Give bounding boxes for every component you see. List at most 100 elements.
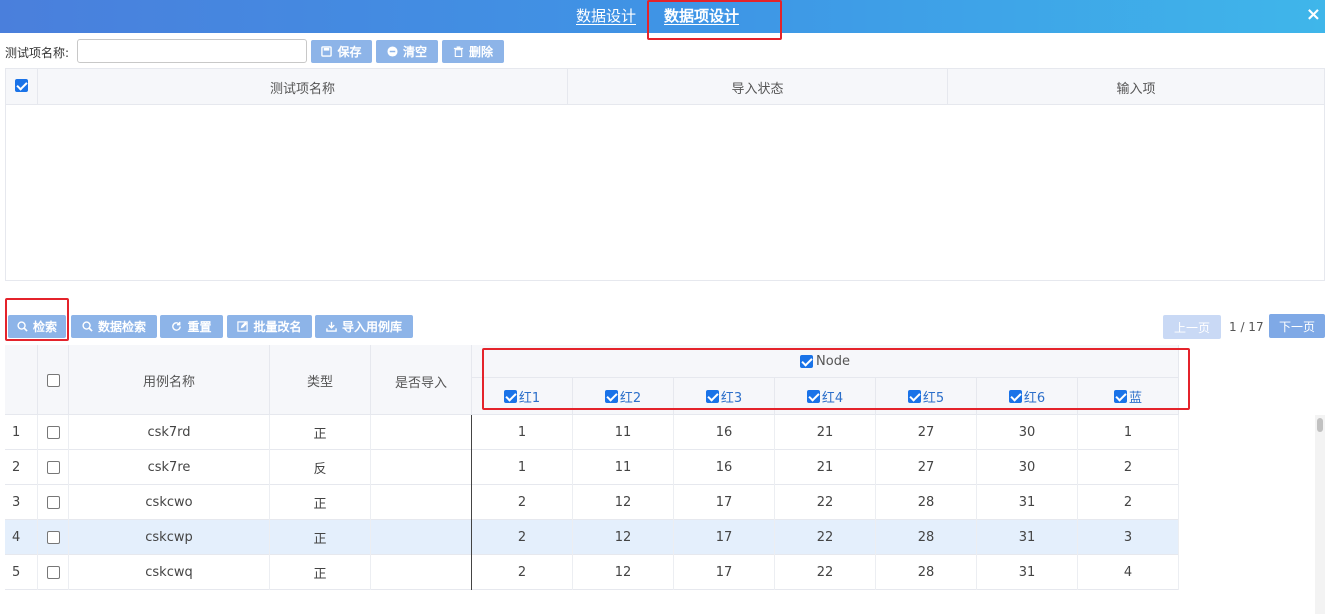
value-cell: 2 bbox=[472, 520, 573, 555]
value-cell: 22 bbox=[775, 520, 876, 555]
sub-col-checkbox[interactable] bbox=[705, 390, 719, 403]
row-checkbox[interactable] bbox=[46, 531, 60, 544]
value-cell: 11 bbox=[573, 415, 674, 450]
grid-select-all-checkbox[interactable] bbox=[46, 373, 60, 387]
next-page-button[interactable]: 下一页 bbox=[1269, 314, 1325, 338]
sub-col-label: 红2 bbox=[619, 391, 642, 406]
save-icon bbox=[321, 46, 333, 57]
value-cell: 12 bbox=[573, 485, 674, 520]
download-icon bbox=[326, 321, 337, 332]
tab-data-design[interactable]: 数据设计 bbox=[576, 5, 636, 26]
table-row[interactable]: 5 cskcwq 正 2 12 17 22 28 31 4 bbox=[5, 555, 1179, 590]
col-input-item[interactable]: 输入项 bbox=[948, 69, 1324, 105]
table-row[interactable]: 4 cskcwp 正 2 12 17 22 28 31 3 bbox=[5, 520, 1179, 555]
col-type[interactable]: 类型 bbox=[270, 345, 371, 415]
imported-cell bbox=[371, 555, 472, 590]
col-test-item-name[interactable]: 测试项名称 bbox=[38, 69, 568, 105]
table-row[interactable]: 1 csk7rd 正 1 11 16 21 27 30 1 bbox=[5, 415, 1179, 450]
value-cell: 2 bbox=[472, 555, 573, 590]
prev-page-button[interactable]: 上一页 bbox=[1163, 315, 1221, 339]
imported-cell bbox=[371, 415, 472, 450]
grid-select-all-cell bbox=[38, 345, 69, 415]
case-name-cell: cskcwq bbox=[69, 555, 270, 590]
sub-col-4[interactable]: 红4 bbox=[775, 378, 876, 415]
row-index: 3 bbox=[5, 485, 38, 520]
row-index: 5 bbox=[5, 555, 38, 590]
value-cell: 28 bbox=[876, 485, 977, 520]
sub-col-checkbox[interactable] bbox=[907, 390, 921, 403]
data-search-button[interactable]: 数据检索 bbox=[71, 315, 157, 338]
value-cell: 31 bbox=[977, 485, 1078, 520]
row-checkbox-cell[interactable] bbox=[38, 555, 69, 590]
import-case-library-button[interactable]: 导入用例库 bbox=[315, 315, 413, 338]
save-button-label: 保存 bbox=[337, 45, 362, 59]
row-checkbox-cell[interactable] bbox=[38, 520, 69, 555]
row-checkbox[interactable] bbox=[46, 461, 60, 474]
value-cell: 1 bbox=[472, 415, 573, 450]
clear-button-label: 清空 bbox=[402, 45, 427, 59]
sub-col-3[interactable]: 红3 bbox=[674, 378, 775, 415]
col-imported[interactable]: 是否导入 bbox=[371, 345, 472, 415]
sub-col-6[interactable]: 红6 bbox=[977, 378, 1078, 415]
value-cell: 1 bbox=[1078, 415, 1179, 450]
col-import-status[interactable]: 导入状态 bbox=[568, 69, 948, 105]
sub-col-label: 红5 bbox=[922, 391, 945, 406]
sub-col-checkbox[interactable] bbox=[806, 390, 820, 403]
select-all-cell bbox=[6, 69, 38, 105]
col-case-name[interactable]: 用例名称 bbox=[69, 345, 270, 415]
type-cell: 正 bbox=[270, 520, 371, 555]
imported-cell bbox=[371, 520, 472, 555]
sub-col-5[interactable]: 红5 bbox=[876, 378, 977, 415]
test-case-grid: 用例名称 类型 是否导入 Node 红1 红2 红3 红4 红5 红6 蓝 1 csk7rd 正… bbox=[5, 345, 1325, 614]
batch-rename-button[interactable]: 批量改名 bbox=[227, 315, 312, 338]
search-button-label: 检索 bbox=[32, 320, 57, 334]
scrollbar-thumb[interactable] bbox=[1317, 418, 1323, 432]
value-cell: 11 bbox=[573, 450, 674, 485]
row-checkbox-cell[interactable] bbox=[38, 450, 69, 485]
sub-col-label: 红6 bbox=[1023, 391, 1046, 406]
value-cell: 21 bbox=[775, 450, 876, 485]
value-cell: 3 bbox=[1078, 520, 1179, 555]
node-checkbox[interactable] bbox=[800, 354, 814, 368]
tab-data-item-design[interactable]: 数据项设计 bbox=[664, 5, 739, 26]
row-checkbox[interactable] bbox=[46, 496, 60, 509]
sub-col-checkbox[interactable] bbox=[604, 390, 618, 403]
value-cell: 27 bbox=[876, 415, 977, 450]
row-index: 2 bbox=[5, 450, 38, 485]
data-search-button-label: 数据检索 bbox=[97, 320, 146, 334]
sub-col-7[interactable]: 蓝 bbox=[1078, 378, 1179, 415]
reset-button[interactable]: 重置 bbox=[160, 315, 223, 338]
index-header bbox=[5, 345, 38, 415]
row-checkbox[interactable] bbox=[46, 566, 60, 579]
select-all-checkbox[interactable] bbox=[15, 79, 28, 92]
value-cell: 30 bbox=[977, 415, 1078, 450]
clear-button[interactable]: 清空 bbox=[376, 40, 438, 63]
test-item-name-input[interactable] bbox=[77, 39, 307, 63]
grid-vertical-scrollbar[interactable] bbox=[1315, 415, 1325, 614]
sub-col-label: 红4 bbox=[821, 391, 844, 406]
delete-button[interactable]: 删除 bbox=[442, 40, 504, 63]
value-cell: 27 bbox=[876, 450, 977, 485]
sub-col-checkbox[interactable] bbox=[503, 390, 517, 403]
imported-cell bbox=[371, 450, 472, 485]
sub-col-2[interactable]: 红2 bbox=[573, 378, 674, 415]
node-label: Node bbox=[816, 353, 850, 369]
import-button-label: 导入用例库 bbox=[341, 320, 402, 334]
save-button[interactable]: 保存 bbox=[311, 40, 372, 63]
row-checkbox-cell[interactable] bbox=[38, 485, 69, 520]
sub-col-checkbox[interactable] bbox=[1113, 390, 1127, 403]
value-cell: 4 bbox=[1078, 555, 1179, 590]
value-cell: 17 bbox=[674, 555, 775, 590]
close-icon[interactable]: × bbox=[1306, 4, 1321, 25]
row-checkbox-cell[interactable] bbox=[38, 415, 69, 450]
delete-button-label: 删除 bbox=[468, 45, 493, 59]
search-icon bbox=[17, 321, 28, 332]
search-button[interactable]: 检索 bbox=[8, 315, 66, 338]
sub-col-1[interactable]: 红1 bbox=[472, 378, 573, 415]
table-row[interactable]: 3 cskcwo 正 2 12 17 22 28 31 2 bbox=[5, 485, 1179, 520]
row-checkbox[interactable] bbox=[46, 426, 60, 439]
sub-col-checkbox[interactable] bbox=[1008, 390, 1022, 403]
group-node-header[interactable]: Node bbox=[472, 345, 1179, 378]
table-row[interactable]: 2 csk7re 反 1 11 16 21 27 30 2 bbox=[5, 450, 1179, 485]
sub-col-label: 红3 bbox=[720, 391, 743, 406]
